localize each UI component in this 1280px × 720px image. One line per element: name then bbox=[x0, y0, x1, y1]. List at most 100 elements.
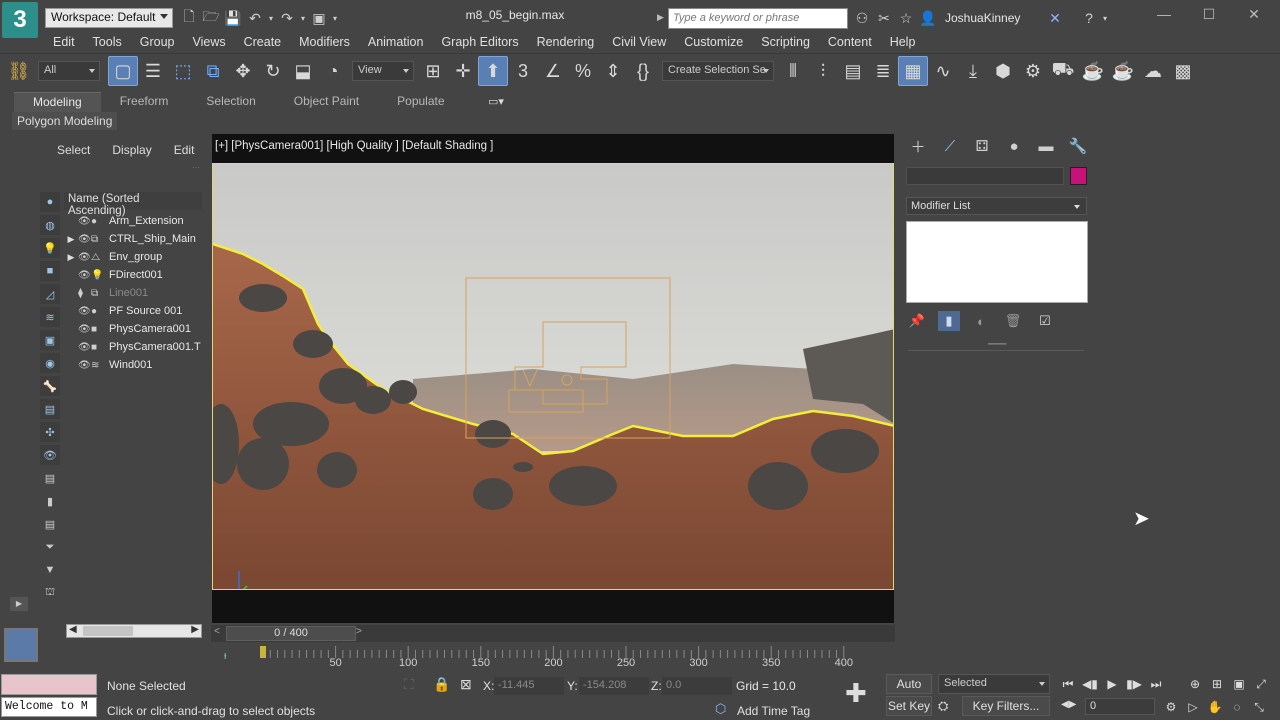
render-in-cloud-icon[interactable]: ☁ bbox=[1138, 56, 1168, 86]
time-slider-thumb[interactable]: 0 / 400 bbox=[226, 626, 356, 641]
menu-civil-view[interactable]: Civil View bbox=[603, 32, 675, 52]
object-color-swatch[interactable] bbox=[1070, 167, 1087, 185]
auto-key-button[interactable]: Auto Key bbox=[886, 674, 932, 709]
menu-graph-editors[interactable]: Graph Editors bbox=[432, 32, 527, 52]
user-icon[interactable]: 👤 bbox=[917, 8, 939, 28]
edit-named-selection-icon[interactable]: {} bbox=[628, 56, 658, 86]
minimize-icon[interactable]: — bbox=[1144, 6, 1184, 26]
isolate-selection-icon[interactable]: ⛶ bbox=[404, 676, 414, 693]
menu-help[interactable]: Help bbox=[881, 32, 925, 52]
display-helpers-icon[interactable]: ▣ bbox=[40, 330, 60, 350]
rollout-handle-icon[interactable]: ▔▔▔ bbox=[988, 344, 1006, 353]
visibility-eye-icon[interactable]: 👁 bbox=[78, 216, 91, 227]
menu-rendering[interactable]: Rendering bbox=[528, 32, 604, 52]
ribbon-panel-label[interactable]: Polygon Modeling bbox=[12, 112, 118, 130]
orbit-icon[interactable]: ◌ bbox=[1226, 697, 1248, 717]
toggle-ribbon-icon[interactable]: ≣ bbox=[868, 56, 898, 86]
display-lights-icon[interactable]: 💡 bbox=[40, 238, 60, 258]
layer-explorer-icon[interactable]: ▤ bbox=[838, 56, 868, 86]
display-children-icon[interactable]: ▤ bbox=[40, 468, 60, 488]
undo-dropdown-icon[interactable]: ▾ bbox=[266, 8, 276, 28]
menu-scripting[interactable]: Scripting bbox=[752, 32, 819, 52]
display-frozen-icon[interactable]: 👁 bbox=[40, 445, 60, 465]
next-frame-icon[interactable]: ▮▶ bbox=[1123, 674, 1145, 694]
y-coordinate-field[interactable]: -154.208 bbox=[579, 677, 649, 695]
spinner-snap-icon[interactable]: ⇕ bbox=[598, 56, 628, 86]
hierarchy-tab-icon[interactable]: ⚃ bbox=[966, 137, 998, 155]
ribbon-tab-object-paint[interactable]: Object Paint bbox=[275, 92, 378, 111]
utilities-tab-icon[interactable]: 🔧 bbox=[1062, 137, 1094, 155]
time-config-icon[interactable]: ⚙ bbox=[1160, 697, 1182, 717]
percent-snap-icon[interactable]: % bbox=[568, 56, 598, 86]
link-icon[interactable]: ⛓ bbox=[4, 56, 34, 86]
visibility-eye-icon[interactable]: 👁 bbox=[78, 234, 91, 245]
modifier-stack[interactable] bbox=[906, 221, 1088, 303]
modifier-list-dropdown[interactable]: Modifier List bbox=[906, 197, 1087, 215]
make-unique-icon[interactable]: ◐ bbox=[970, 311, 992, 331]
key-filters-button[interactable]: Key Filters... bbox=[962, 696, 1050, 716]
visibility-eye-icon[interactable]: 👁 bbox=[78, 324, 91, 335]
menu-group[interactable]: Group bbox=[131, 32, 184, 52]
key-filters-icon[interactable]: ⛭ bbox=[938, 698, 948, 714]
frozen-icon[interactable]: ⧫ bbox=[78, 288, 91, 299]
new-file-icon[interactable]: 🗋 bbox=[178, 8, 200, 28]
viewport-label[interactable]: [+] [PhysCamera001] [High Quality ] [Def… bbox=[215, 140, 493, 152]
configure-modifier-sets-icon[interactable]: ☑ bbox=[1034, 311, 1056, 331]
menu-views[interactable]: Views bbox=[183, 32, 234, 52]
explorer-row[interactable]: ▶ 👁 ⧉ CTRL_Ship_Main bbox=[64, 230, 202, 248]
app-logo[interactable]: 3 bbox=[2, 2, 38, 38]
explorer-menu-select[interactable]: Select bbox=[46, 142, 101, 158]
window-crossing-icon[interactable]: ⧉ bbox=[198, 56, 228, 86]
display-xrefs-icon[interactable]: ✣ bbox=[40, 422, 60, 442]
save-file-icon[interactable]: 💾 bbox=[222, 8, 244, 28]
explorer-menu-edit[interactable]: Edit bbox=[163, 142, 206, 158]
search-input[interactable]: Type a keyword or phrase bbox=[668, 8, 848, 29]
pin-stack-icon[interactable]: 📌 bbox=[906, 311, 928, 331]
workspace-selector[interactable]: Workspace: Default bbox=[45, 8, 173, 28]
menu-create[interactable]: Create bbox=[235, 32, 291, 52]
menu-animation[interactable]: Animation bbox=[359, 32, 433, 52]
visibility-eye-icon[interactable]: 👁 bbox=[78, 306, 91, 317]
current-frame-field[interactable]: 0 bbox=[1085, 698, 1155, 715]
material-editor-icon[interactable]: ⬢ bbox=[988, 56, 1018, 86]
visibility-eye-icon[interactable]: 👁 bbox=[78, 360, 91, 371]
create-tab-icon[interactable]: ＋ bbox=[902, 136, 934, 157]
expand-panel-icon[interactable]: ▶ bbox=[10, 597, 28, 611]
field-of-view-icon[interactable]: ▷ bbox=[1182, 697, 1204, 717]
expand-arrow-icon[interactable]: ▶ bbox=[64, 234, 78, 245]
close-icon[interactable]: ✕ bbox=[1234, 6, 1274, 26]
project-dropdown-icon[interactable]: ▾ bbox=[330, 8, 340, 28]
maximize-icon[interactable]: ☐ bbox=[1189, 6, 1229, 26]
project-folder-icon[interactable]: ▣ bbox=[308, 8, 330, 28]
schematic-view-icon[interactable]: ⤓ bbox=[958, 56, 988, 86]
display-geometry-icon[interactable]: ◍ bbox=[40, 215, 60, 235]
explorer-row[interactable]: 👁 ● PF Source 001 bbox=[64, 302, 202, 320]
absolute-mode-transform-icon[interactable]: ⊠ bbox=[460, 676, 472, 693]
z-coordinate-field[interactable]: 0.0 bbox=[662, 677, 732, 695]
display-tab-icon[interactable]: ▬ bbox=[1030, 138, 1062, 155]
move-icon[interactable]: ✥ bbox=[228, 56, 258, 86]
scene-explorer-toggle-icon[interactable]: ▦ bbox=[898, 56, 928, 86]
scroll-right-icon[interactable]: ▶ bbox=[191, 624, 199, 635]
select-object-icon[interactable]: ▢ bbox=[108, 56, 138, 86]
zoom-icon[interactable]: ⊕ bbox=[1184, 674, 1206, 694]
explorer-row[interactable]: 👁 ● Arm_Extension bbox=[64, 212, 202, 230]
undo-icon[interactable]: ↶ bbox=[244, 8, 266, 28]
menu-content[interactable]: Content bbox=[819, 32, 881, 52]
x-coordinate-field[interactable]: -11.445 bbox=[494, 677, 564, 695]
maxscript-output[interactable]: Welcome to M bbox=[1, 697, 97, 717]
expand-arrow-icon[interactable]: ▶ bbox=[64, 252, 78, 263]
zoom-extents-icon[interactable]: ▣ bbox=[1228, 674, 1250, 694]
explorer-row[interactable]: 👁 ■ PhysCamera001.T bbox=[64, 338, 202, 356]
render-shortcut-icon[interactable]: ▩ bbox=[1168, 56, 1198, 86]
select-manipulate-icon[interactable]: ✛ bbox=[448, 56, 478, 86]
scale-icon[interactable]: ⬓ bbox=[288, 56, 318, 86]
explorer-row[interactable]: ▶ 👁 ⧍ Env_group bbox=[64, 248, 202, 266]
set-key-button[interactable]: Set Key bbox=[886, 696, 932, 716]
display-dependencies-icon[interactable]: ▤ bbox=[40, 514, 60, 534]
ribbon-tab-populate[interactable]: Populate bbox=[378, 92, 463, 111]
track-bar[interactable]: 50 100 150 200 250 300 350 400 bbox=[220, 646, 895, 670]
visibility-eye-icon[interactable]: 👁 bbox=[78, 342, 91, 353]
explorer-scrollbar[interactable]: ◀ ▶ bbox=[66, 624, 202, 638]
time-slider-prev-icon[interactable]: < bbox=[214, 626, 220, 637]
